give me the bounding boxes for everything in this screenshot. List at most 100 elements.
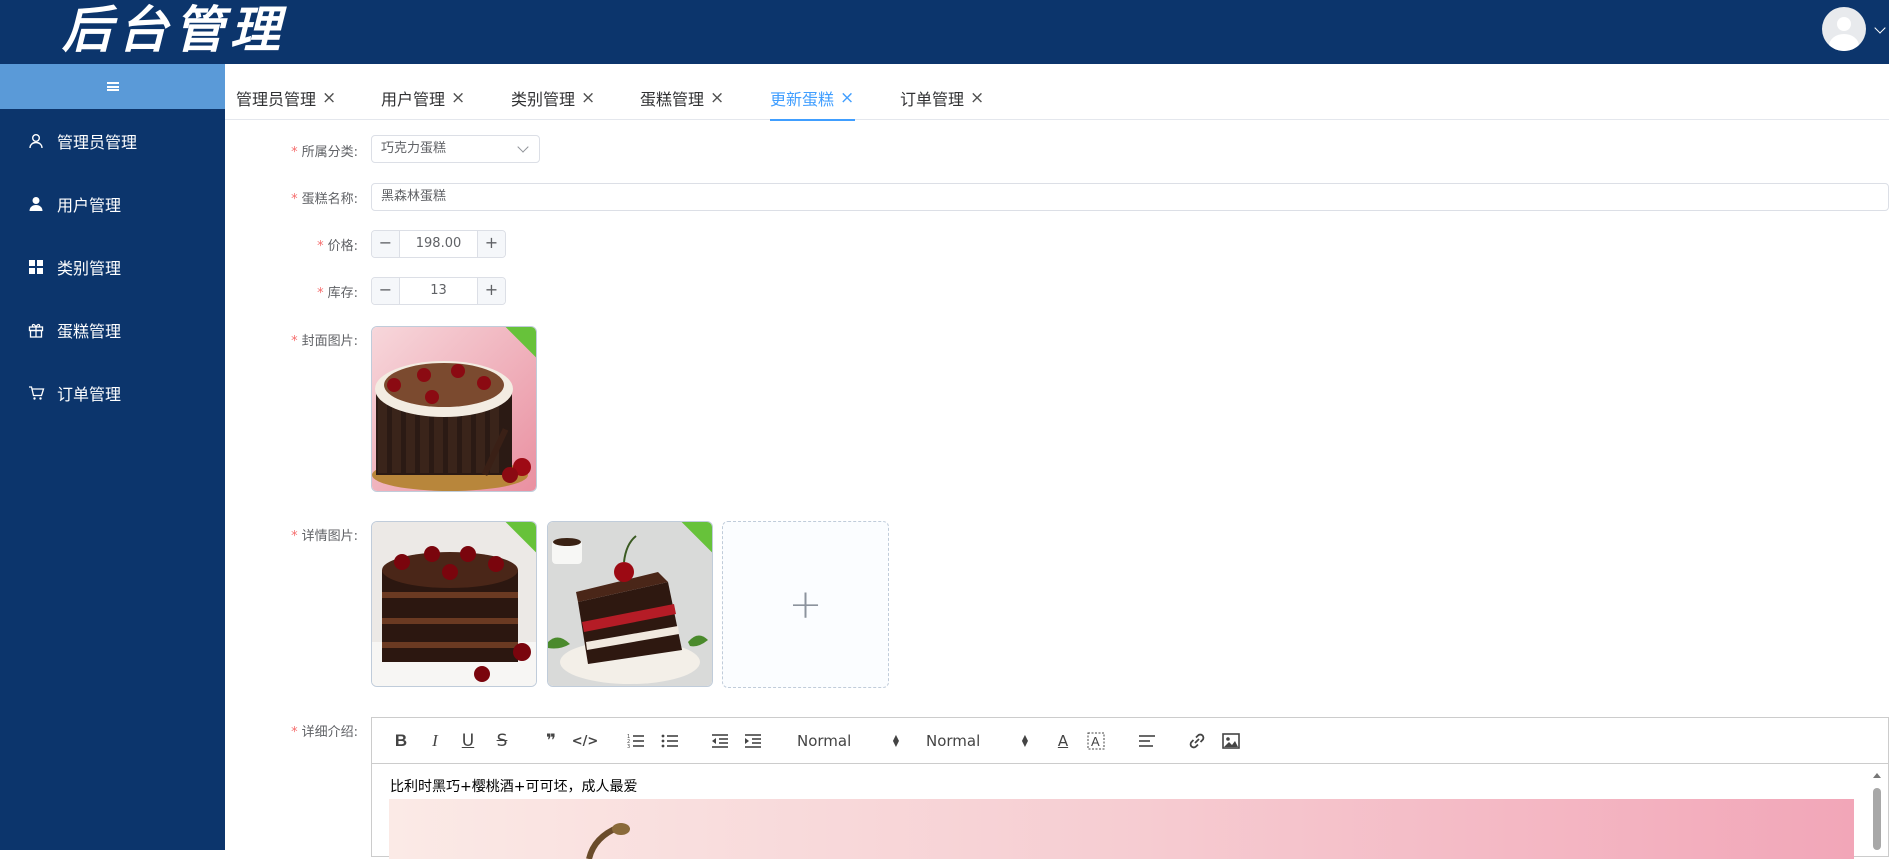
blockquote-icon[interactable]: ❞ <box>539 730 563 752</box>
top-header: 后台管理 <box>0 0 1889 64</box>
chevron-down-icon <box>517 141 529 153</box>
svg-text:A: A <box>1091 734 1100 749</box>
image-upload-button[interactable]: + <box>722 521 889 688</box>
cover-image-thumbnail[interactable] <box>371 326 537 492</box>
plus-icon: + <box>788 581 823 628</box>
cover-image-label: * 封面图片: <box>291 334 358 349</box>
close-icon[interactable]: × <box>581 88 595 108</box>
bullet-list-icon[interactable] <box>658 730 682 752</box>
price-decrease-button[interactable]: − <box>372 231 400 257</box>
close-icon[interactable]: × <box>322 88 336 108</box>
font-size-picker[interactable]: Normal ▲ ▼ <box>926 730 1036 752</box>
sidebar-item-users[interactable]: 用户管理 <box>0 179 225 229</box>
indent-icon[interactable] <box>741 730 765 752</box>
editor-scrollbar[interactable] <box>1871 770 1883 850</box>
intro-label: * 详细介绍: <box>291 725 358 740</box>
close-icon[interactable]: × <box>840 88 854 108</box>
avatar[interactable] <box>1822 7 1866 51</box>
header-format-picker[interactable]: Normal ▲ ▼ <box>797 730 907 752</box>
sidebar-item-label: 订单管理 <box>57 385 122 404</box>
align-left-icon[interactable] <box>1135 730 1159 752</box>
code-block-icon[interactable]: </> <box>572 730 599 752</box>
cake-photo <box>548 522 712 686</box>
ordered-list-icon[interactable]: 123 <box>624 730 648 752</box>
close-icon[interactable]: × <box>451 88 465 108</box>
sidebar-item-admin[interactable]: 管理员管理 <box>0 116 225 166</box>
sidebar-item-categories[interactable]: 类别管理 <box>0 242 225 292</box>
category-select-value: 巧克力蛋糕 <box>381 141 447 156</box>
image-icon[interactable] <box>1219 730 1243 752</box>
detail-image-thumbnail[interactable] <box>547 521 713 687</box>
tab-label: 用户管理 <box>381 90 446 109</box>
font-color-icon[interactable]: A <box>1051 730 1075 752</box>
detail-images-label: * 详情图片: <box>291 529 358 544</box>
sidebar-collapse-button[interactable] <box>0 64 225 109</box>
editor-toolbar: B I U S ❞ </> 123 Normal ▲ ▼ Normal ▲ ▼ A … <box>372 718 1889 764</box>
sidebar-item-label: 管理员管理 <box>57 133 138 152</box>
close-icon[interactable]: × <box>710 88 724 108</box>
cart-icon <box>27 384 45 402</box>
font-size-value: Normal <box>926 732 981 750</box>
user-solid-icon <box>27 195 45 213</box>
stock-label: * 库存: <box>317 286 358 301</box>
cake-name-input[interactable]: 黑森林蛋糕 <box>371 183 1889 211</box>
tab-update-cake[interactable]: 更新蛋糕 × <box>770 76 854 120</box>
tab-admin[interactable]: 管理员管理 × <box>236 76 336 120</box>
gift-icon <box>27 321 45 339</box>
italic-icon[interactable]: I <box>423 730 447 752</box>
menu-fold-icon <box>106 82 119 91</box>
sidebar-item-label: 蛋糕管理 <box>57 322 122 341</box>
close-icon[interactable]: × <box>970 88 984 108</box>
cake-photo <box>372 522 536 686</box>
category-label: * 所属分类: <box>291 145 358 160</box>
app-logo-title: 后台管理 <box>62 0 286 59</box>
tab-users[interactable]: 用户管理 × <box>381 76 465 120</box>
bold-icon[interactable]: B <box>389 730 413 752</box>
editor-content-image <box>389 799 1854 859</box>
tab-categories[interactable]: 类别管理 × <box>511 76 595 120</box>
grid-icon <box>27 258 45 276</box>
sidebar-item-label: 用户管理 <box>57 196 122 215</box>
outdent-icon[interactable] <box>708 730 732 752</box>
name-label: * 蛋糕名称: <box>291 192 358 207</box>
chevron-down-icon[interactable] <box>1874 22 1886 34</box>
tab-label: 管理员管理 <box>236 90 317 109</box>
user-outline-icon <box>27 132 45 150</box>
stock-stepper[interactable]: − 13 + <box>371 277 506 305</box>
active-tab-indicator <box>770 119 855 121</box>
header-format-value: Normal <box>797 732 852 750</box>
avatar-head-shape <box>1837 17 1851 31</box>
tab-label: 蛋糕管理 <box>640 90 705 109</box>
tab-cakes[interactable]: 蛋糕管理 × <box>640 76 724 120</box>
price-label: * 价格: <box>317 239 358 254</box>
strikethrough-icon[interactable]: S <box>490 730 514 752</box>
cake-photo <box>372 327 536 491</box>
underline-icon[interactable]: U <box>456 730 480 752</box>
sidebar: 管理员管理 用户管理 类别管理 蛋糕管理 订单管理 <box>0 64 225 850</box>
sidebar-item-orders[interactable]: 订单管理 <box>0 368 225 418</box>
avatar-body-shape <box>1829 34 1859 51</box>
svg-text:3: 3 <box>627 744 630 749</box>
tab-orders[interactable]: 订单管理 × <box>900 76 984 120</box>
tab-label: 类别管理 <box>511 90 576 109</box>
stock-value[interactable]: 13 <box>400 278 477 304</box>
category-select[interactable]: 巧克力蛋糕 <box>371 135 540 163</box>
picker-arrows-icon: ▲ ▼ <box>892 733 899 748</box>
cake-name-value: 黑森林蛋糕 <box>381 189 447 204</box>
stock-decrease-button[interactable]: − <box>372 278 400 304</box>
picker-arrows-icon: ▲ ▼ <box>1021 733 1028 748</box>
stock-increase-button[interactable]: + <box>477 278 505 304</box>
sidebar-item-cakes[interactable]: 蛋糕管理 <box>0 305 225 355</box>
price-value[interactable]: 198.00 <box>400 231 477 257</box>
price-stepper[interactable]: − 198.00 + <box>371 230 506 258</box>
tab-label: 订单管理 <box>900 90 965 109</box>
tab-bar: 管理员管理 × 用户管理 × 类别管理 × 蛋糕管理 × 更新蛋糕 × 订单管理 × <box>225 76 1889 120</box>
price-increase-button[interactable]: + <box>477 231 505 257</box>
tab-label: 更新蛋糕 <box>770 90 835 109</box>
sidebar-item-label: 类别管理 <box>57 259 122 278</box>
detail-image-thumbnail[interactable] <box>371 521 537 687</box>
rich-text-editor[interactable]: B I U S ❞ </> 123 Normal ▲ ▼ Normal ▲ ▼ A … <box>371 717 1889 859</box>
link-icon[interactable] <box>1185 730 1209 752</box>
editor-content-text[interactable]: 比利时黑巧+樱桃酒+可可坯，成人最爱 <box>390 776 637 796</box>
background-color-icon[interactable]: A <box>1084 730 1108 752</box>
